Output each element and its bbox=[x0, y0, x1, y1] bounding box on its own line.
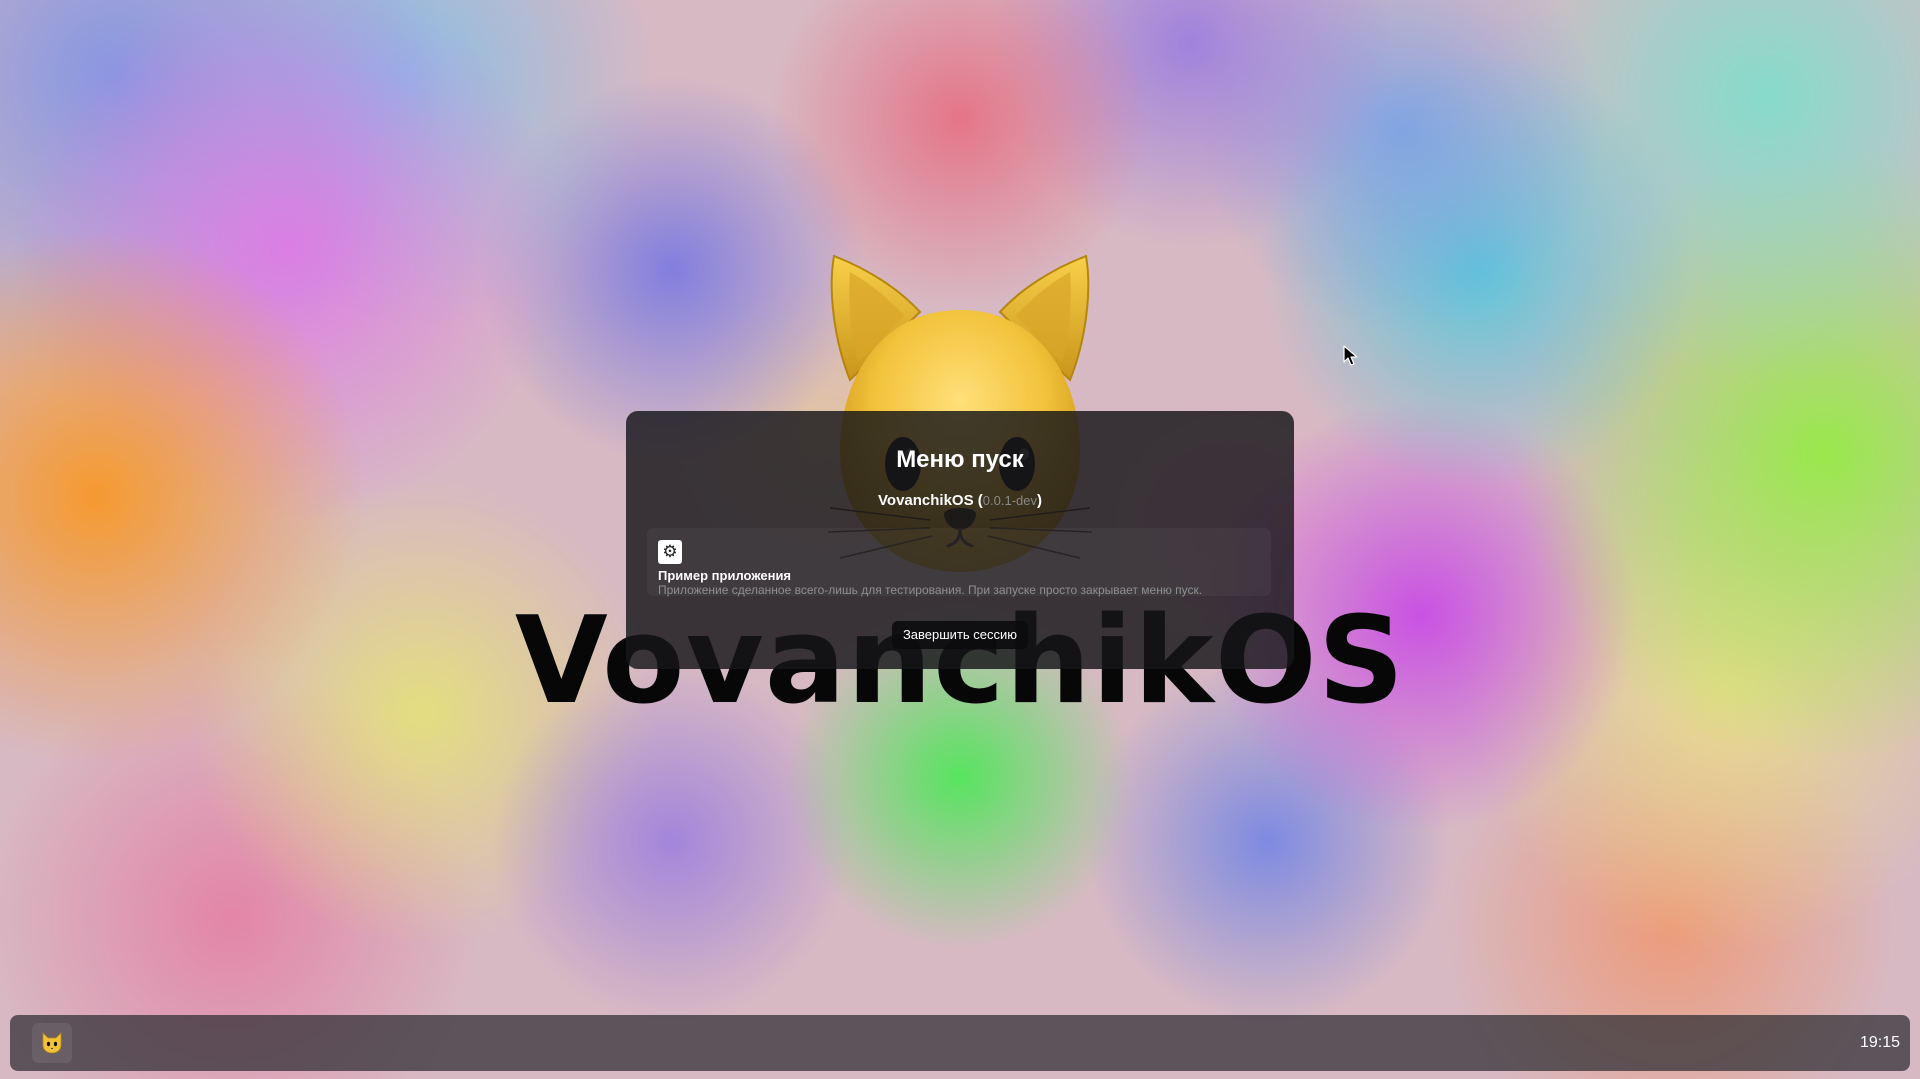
start-menu-title: Меню пуск bbox=[896, 446, 1024, 473]
app-description: Приложение сделанное всего-лишь для тест… bbox=[658, 583, 1203, 597]
os-name: VovanchikOS bbox=[878, 492, 974, 509]
os-version-line: VovanchikOS (0.0.1-dev) bbox=[626, 491, 1294, 511]
start-menu: Меню пуск VovanchikOS (0.0.1-dev) ⚙ Прим… bbox=[626, 411, 1294, 669]
desktop[interactable]: VovanchikOS Меню пуск VovanchikOS bbox=[0, 0, 1920, 1079]
app-name: Пример приложения bbox=[658, 568, 792, 583]
os-version: 0.0.1-dev bbox=[982, 493, 1037, 508]
gear-icon: ⚙ bbox=[658, 540, 682, 564]
logout-button[interactable]: Завершить сессию bbox=[892, 621, 1028, 649]
clock[interactable]: 19:15 bbox=[1860, 1015, 1900, 1071]
start-button[interactable] bbox=[32, 1023, 72, 1063]
app-item-example[interactable]: ⚙ Пример приложения Приложение сделанное… bbox=[647, 528, 1271, 597]
cat-face-icon bbox=[42, 1032, 62, 1054]
version-close-paren: ) bbox=[1036, 492, 1042, 509]
taskbar: 19:15 bbox=[10, 1015, 1910, 1071]
version-open-paren: ( bbox=[973, 492, 983, 509]
mouse-cursor-icon bbox=[1343, 345, 1358, 366]
